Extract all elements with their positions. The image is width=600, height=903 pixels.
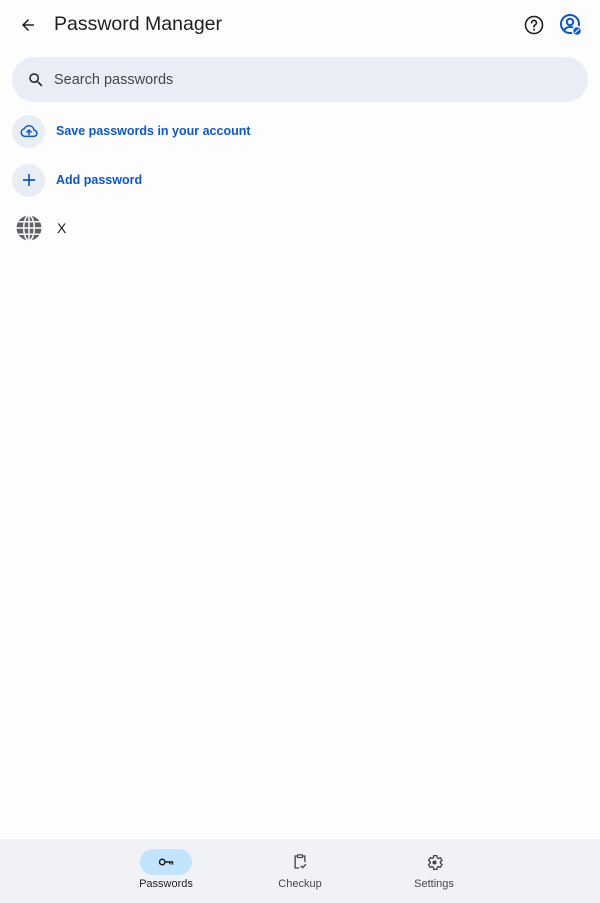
globe-icon xyxy=(12,212,45,245)
search-bar[interactable] xyxy=(12,57,588,102)
back-button[interactable] xyxy=(14,11,42,39)
gear-icon xyxy=(427,854,443,870)
key-icon xyxy=(158,858,174,866)
search-icon xyxy=(26,70,46,90)
plus-icon xyxy=(22,174,35,186)
save-passwords-in-account-button[interactable]: Save passwords in your account xyxy=(12,114,251,148)
add-password-button[interactable]: Add password xyxy=(12,163,142,197)
nav-tab-settings[interactable]: Settings xyxy=(384,839,484,903)
nav-label-passwords: Passwords xyxy=(139,878,193,890)
bottom-navigation: Passwords Checkup Settings xyxy=(0,839,600,903)
account-circle-icon xyxy=(560,14,583,37)
account-button[interactable] xyxy=(558,12,584,38)
top-app-bar: Password Manager xyxy=(0,0,600,50)
password-list-item[interactable]: X xyxy=(12,211,66,245)
arrow-back-icon xyxy=(22,19,34,31)
nav-label-settings: Settings xyxy=(414,878,454,890)
page-title: Password Manager xyxy=(54,13,222,35)
nav-label-checkup: Checkup xyxy=(278,878,322,890)
clipboard-check-icon xyxy=(294,854,307,869)
save-passwords-label: Save passwords in your account xyxy=(56,124,251,138)
nav-tab-checkup[interactable]: Checkup xyxy=(250,839,350,903)
nav-tab-passwords[interactable]: Passwords xyxy=(116,839,216,903)
password-site-name: X xyxy=(57,220,67,236)
help-circle-icon xyxy=(524,15,544,35)
help-button[interactable] xyxy=(522,13,546,37)
search-input[interactable] xyxy=(54,71,534,88)
cloud-upload-icon xyxy=(20,125,38,138)
add-password-label: Add password xyxy=(56,173,143,187)
